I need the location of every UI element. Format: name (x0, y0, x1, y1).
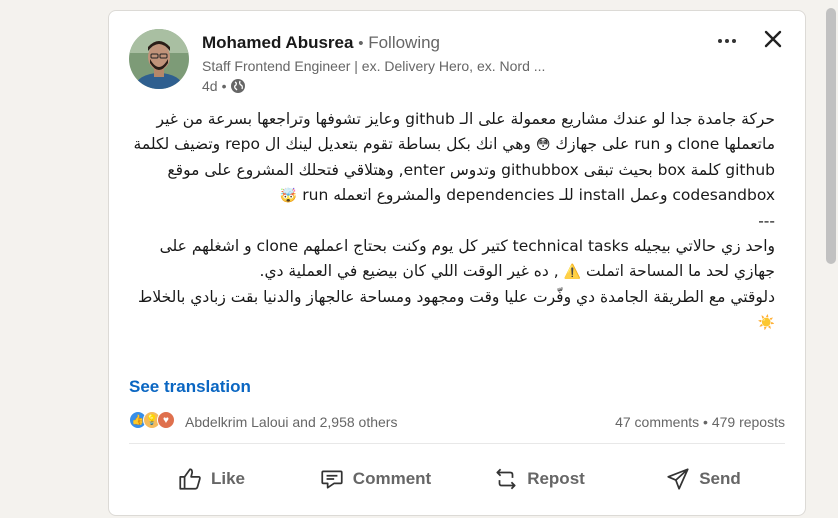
post-time: 4d (202, 78, 218, 94)
sun-emoji: ☀️ (757, 315, 775, 331)
repost-label: Repost (527, 469, 585, 488)
post-card: Mohamed Abusrea • Following Staff Fronte… (108, 10, 806, 516)
repost-icon (496, 468, 516, 490)
engagement-counts: 47 comments • 479 reposts (615, 414, 785, 430)
post-meta: 4d • (202, 78, 246, 94)
post-actions: Like Comment Repost Send (129, 455, 785, 503)
reacted-by[interactable]: Abdelkrim Laloui and 2,958 others (185, 414, 397, 430)
exploding-head-emoji: 🤯 (279, 188, 298, 204)
send-label: Send (699, 469, 741, 488)
reaction-icons[interactable]: 👍 💡 ♥ (129, 411, 175, 429)
post-text: حركة جامدة جدا لو عندك مشاريع معمولة على… (129, 107, 775, 336)
repost-button[interactable]: Repost (457, 455, 621, 503)
globe-icon (231, 79, 246, 93)
comment-button[interactable]: Comment (293, 455, 457, 503)
avatar-photo (129, 29, 189, 89)
post-paragraph: واحد زي حالاتي بيجيله technical tasks كت… (159, 237, 775, 280)
send-button[interactable]: Send (621, 455, 785, 503)
social-counts: 👍 💡 ♥ Abdelkrim Laloui and 2,958 others … (129, 411, 785, 433)
counts-separator: • (703, 414, 708, 430)
close-icon (764, 30, 782, 48)
see-translation-link[interactable]: See translation (129, 377, 251, 397)
follow-status: Following (368, 33, 441, 52)
author-name-row: Mohamed Abusrea • Following (202, 33, 440, 53)
dismiss-post-button[interactable] (761, 27, 785, 51)
more-options-button[interactable] (715, 31, 739, 51)
author-avatar[interactable] (129, 29, 189, 89)
warning-emoji: ⚠️ (563, 264, 582, 280)
love-reaction-icon: ♥ (157, 411, 175, 429)
name-separator: • (358, 35, 364, 52)
post-paragraph: حركة جامدة جدا لو عندك مشاريع معمولة على… (133, 110, 775, 204)
post-paragraph: دلوقتي مع الطريقة الجامدة دي وفّرت عليا … (138, 288, 775, 331)
comment-label: Comment (352, 469, 432, 488)
reposts-count[interactable]: 479 reposts (712, 414, 785, 430)
like-button[interactable]: Like (129, 455, 293, 503)
more-horizontal-icon (718, 39, 736, 43)
like-icon (179, 468, 201, 490)
send-icon (667, 468, 689, 490)
like-label: Like (210, 469, 246, 488)
comment-icon (321, 470, 343, 489)
flushed-emoji: 😳 (535, 137, 551, 153)
meta-separator: • (221, 78, 227, 94)
actions-divider (129, 443, 785, 444)
page-background (0, 0, 106, 518)
page-scrollbar[interactable] (826, 8, 836, 264)
comments-count[interactable]: 47 comments (615, 414, 699, 430)
author-name[interactable]: Mohamed Abusrea (202, 33, 353, 52)
post-divider-text: --- (758, 212, 775, 230)
author-headline[interactable]: Staff Frontend Engineer | ex. Delivery H… (202, 58, 545, 74)
